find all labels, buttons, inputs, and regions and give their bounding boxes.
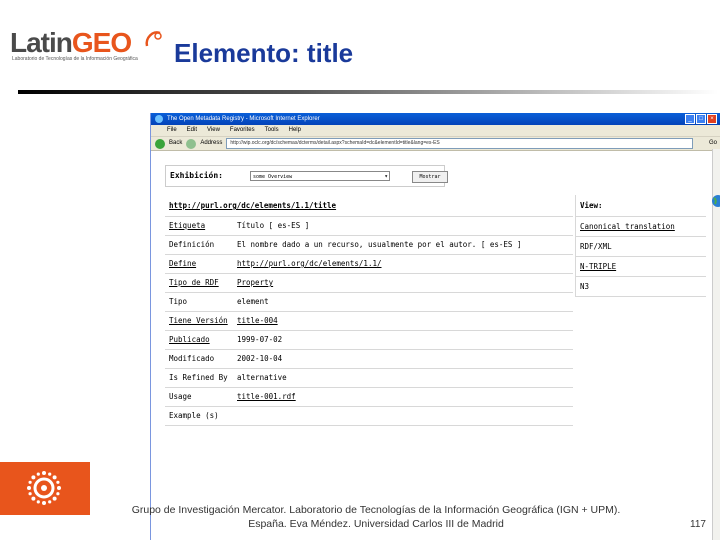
row-value: alternative <box>233 368 573 388</box>
row-value-link[interactable]: title-004 <box>237 316 278 325</box>
address-label: Address <box>200 140 223 146</box>
row-value: 1999-07-02 <box>233 330 573 350</box>
menu-view[interactable]: View <box>207 125 220 136</box>
table-row: Modificado 2002-10-04 <box>165 349 573 369</box>
table-header-row: http://purl.org/dc/elements/1.1/title <box>165 195 573 217</box>
view-format-panel: View: Canonical translation RDF/XML N-TR… <box>575 195 706 297</box>
row-value: El nombre dado a un recurso, usualmente … <box>233 235 573 255</box>
table-row: Tipo de RDF Property <box>165 273 573 293</box>
logo-tagline: Laboratorio de Tecnologías de la Informa… <box>12 56 138 62</box>
row-value-link[interactable]: http://purl.org/dc/elements/1.1/ <box>237 259 382 268</box>
menu-bar: File Edit View Favorites Tools Help <box>151 125 720 137</box>
element-detail-table: http://purl.org/dc/elements/1.1/title Et… <box>165 195 573 426</box>
row-key-link[interactable]: Etiqueta <box>169 221 205 230</box>
page-number: 117 <box>690 519 706 530</box>
browser-window: The Open Metadata Registry - Microsoft I… <box>150 113 720 540</box>
minimize-button[interactable]: _ <box>685 114 695 124</box>
maximize-button[interactable]: □ <box>696 114 706 124</box>
row-value: element <box>233 292 573 312</box>
row-key-link[interactable]: Publicado <box>169 335 210 344</box>
address-bar[interactable]: http://wip.oclc.org/dc/schemas/dcterms/d… <box>226 138 693 149</box>
exhibition-select[interactable]: some Overview <box>250 171 390 182</box>
table-row: Define http://purl.org/dc/elements/1.1/ <box>165 254 573 274</box>
table-row: Definición El nombre dado a un recurso, … <box>165 235 573 255</box>
exhibition-label: Exhibición: <box>170 171 223 180</box>
latingeo-logo: LatinGEO Laboratorio de Tecnologías de l… <box>10 27 162 64</box>
logo-wordmark: LatinGEO <box>10 27 132 58</box>
table-row: Usage title-001.rdf <box>165 387 573 407</box>
sun-icon <box>27 471 61 505</box>
back-label[interactable]: Back <box>169 137 182 150</box>
view-panel-header: View: <box>576 195 706 217</box>
view-n3-item[interactable]: N3 <box>576 277 706 297</box>
menu-edit[interactable]: Edit <box>187 125 197 136</box>
view-rdfxml-item[interactable]: RDF/XML <box>576 237 706 257</box>
table-row: Example (s) <box>165 406 573 426</box>
menu-tools[interactable]: Tools <box>265 125 279 136</box>
row-key: Is Refined By <box>165 368 233 388</box>
element-uri-link[interactable]: http://purl.org/dc/elements/1.1/title <box>165 195 573 217</box>
table-row: Is Refined By alternative <box>165 368 573 388</box>
row-key: Tipo <box>165 292 233 312</box>
internet-explorer-icon <box>155 115 163 123</box>
close-button[interactable]: × <box>707 114 717 124</box>
table-row: Etiqueta Título [ es-ES ] <box>165 216 573 236</box>
globe-icon <box>712 195 720 207</box>
view-canonical-link[interactable]: Canonical translation <box>580 222 675 231</box>
back-arrow-icon[interactable] <box>155 138 165 149</box>
slide-title: Elemento: title <box>174 38 354 68</box>
row-key-link[interactable]: Tipo de RDF <box>169 278 219 287</box>
title-divider <box>18 90 718 94</box>
table-row: Tiene Versión title-004 <box>165 311 573 331</box>
forward-arrow-icon[interactable] <box>186 138 197 149</box>
row-value: 2002-10-04 <box>233 349 573 369</box>
table-row: Tipo element <box>165 292 573 312</box>
menu-help[interactable]: Help <box>289 125 301 136</box>
menu-file[interactable]: File <box>167 125 177 136</box>
exhibition-bar: Exhibición: some Overview Mostrar <box>165 165 448 187</box>
view-ntriple-link[interactable]: N-TRIPLE <box>580 262 616 271</box>
window-title: The Open Metadata Registry - Microsoft I… <box>167 116 320 122</box>
sun-logo <box>0 462 90 515</box>
row-value-link[interactable]: Property <box>237 278 273 287</box>
table-row: Publicado 1999-07-02 <box>165 330 573 350</box>
row-value <box>233 406 573 426</box>
menu-favorites[interactable]: Favorites <box>230 125 255 136</box>
window-titlebar: The Open Metadata Registry - Microsoft I… <box>151 113 720 125</box>
browser-toolbar: Back Address http://wip.oclc.org/dc/sche… <box>151 137 720 151</box>
row-key-link[interactable]: Tiene Versión <box>169 316 228 325</box>
footer-line-2: España. Eva Méndez. Universidad Carlos I… <box>248 518 504 530</box>
row-value: Título [ es-ES ] <box>233 216 573 236</box>
row-key: Definición <box>165 235 233 255</box>
row-value-link[interactable]: title-001.rdf <box>237 392 296 401</box>
row-key: Example (s) <box>165 406 233 426</box>
row-key-link[interactable]: Define <box>169 259 196 268</box>
logo-swirl-icon <box>145 31 162 47</box>
exhibition-show-button[interactable]: Mostrar <box>412 171 448 183</box>
footer-line-1: Grupo de Investigación Mercator. Laborat… <box>131 504 621 516</box>
row-key: Modificado <box>165 349 233 369</box>
row-key: Usage <box>165 387 233 407</box>
slide-footer: Grupo de Investigación Mercator. Laborat… <box>96 503 656 531</box>
